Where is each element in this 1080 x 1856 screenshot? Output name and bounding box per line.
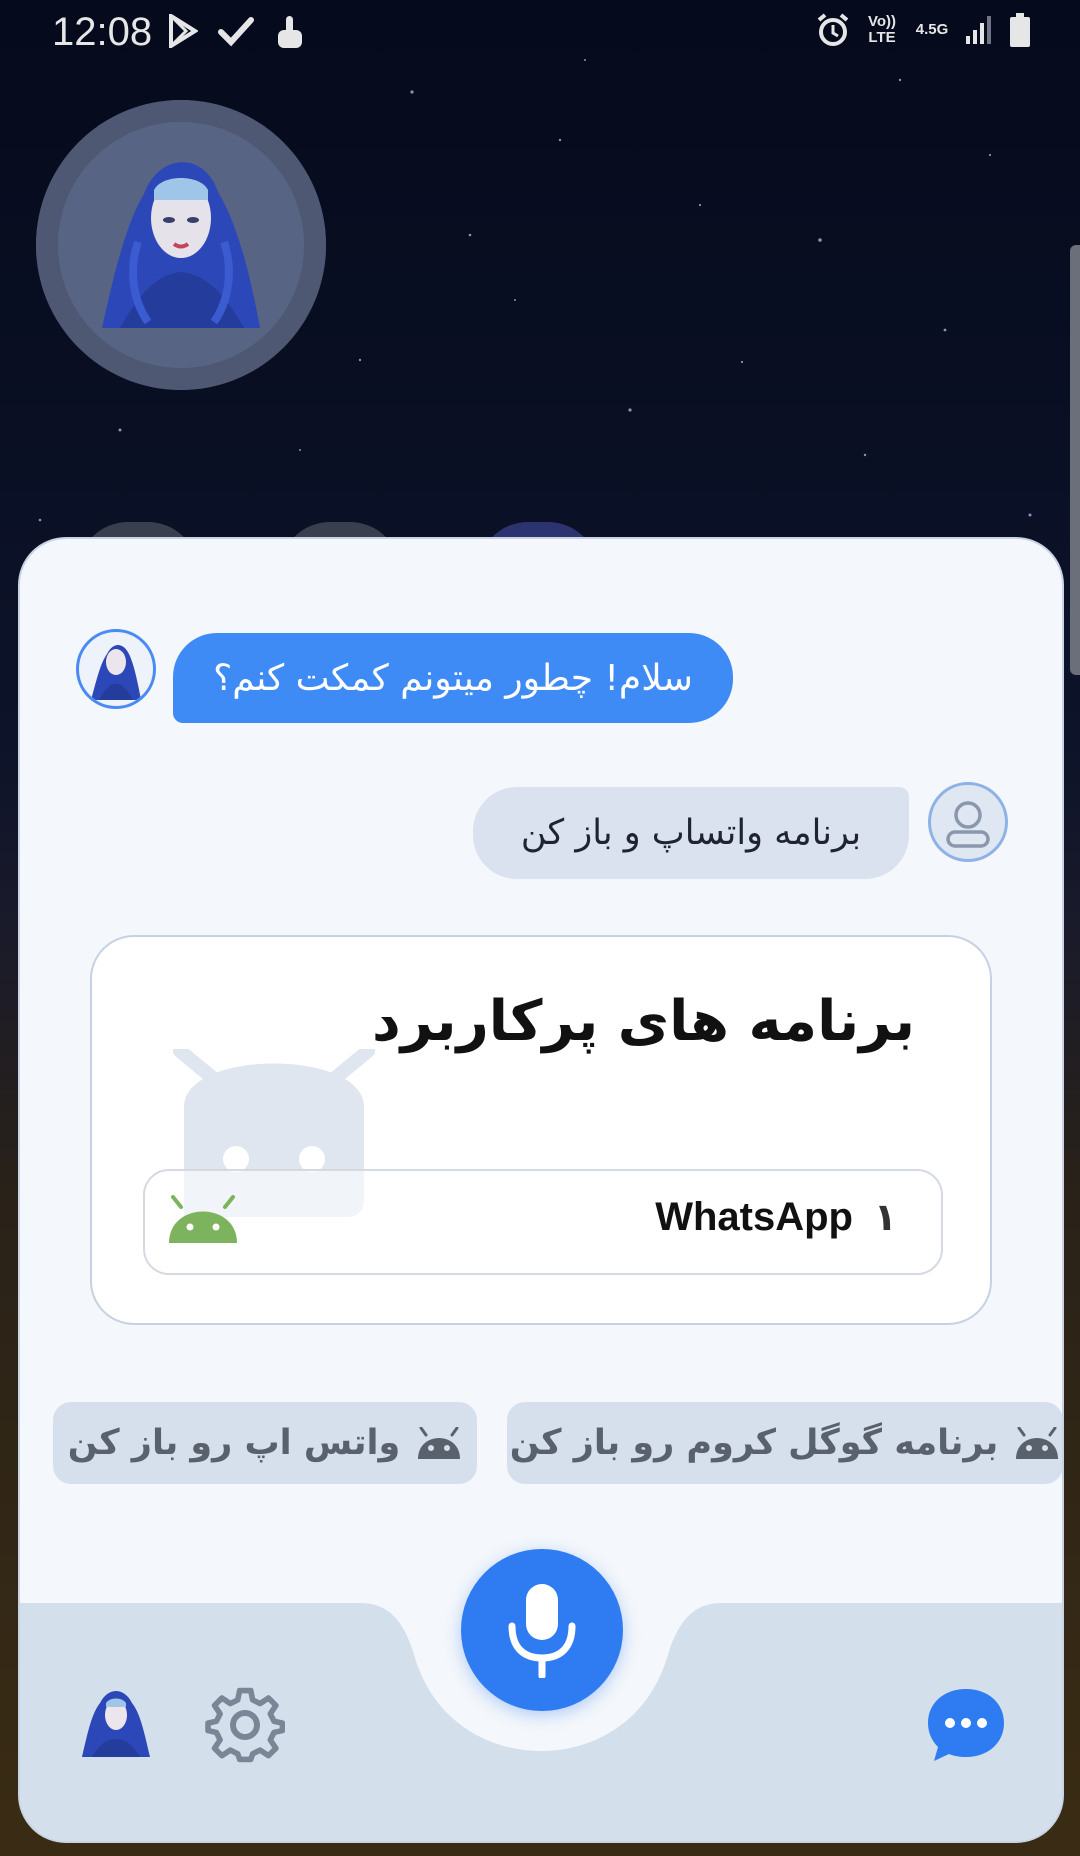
microphone-icon	[508, 1584, 576, 1678]
android-icon	[418, 1427, 461, 1459]
status-bar: 12:08 Vo)) LTE 4.5G	[0, 0, 1080, 64]
volte-indicator: Vo)) LTE	[867, 13, 897, 46]
user-avatar	[928, 782, 1008, 862]
assistant-panel: سلام! چطور میتونم کمکت کنم؟ برنامه واتسا…	[18, 537, 1064, 1843]
assistant-avatar-illustration	[91, 645, 141, 700]
check-icon	[218, 17, 254, 47]
suggestion-label: برنامه گوگل کروم رو باز کن	[509, 1423, 999, 1463]
frequent-apps-title: برنامه های پرکاربرد	[371, 989, 915, 1054]
suggestion-open-chrome[interactable]: برنامه گوگل کروم رو باز کن	[507, 1402, 1062, 1484]
battery-icon	[1010, 13, 1030, 47]
microphone-button[interactable]	[461, 1549, 623, 1711]
alarm-icon	[817, 13, 849, 46]
android-icon	[169, 1195, 237, 1243]
suggestion-label: واتس اپ رو باز کن	[67, 1423, 401, 1463]
gear-icon[interactable]	[205, 1685, 285, 1765]
signal-icon	[966, 16, 991, 44]
avatar[interactable]	[78, 1683, 154, 1759]
app-name: WhatsApp	[655, 1195, 853, 1239]
edge-panel-handle[interactable]	[1070, 245, 1080, 675]
assistant-avatar-illustration	[82, 1691, 150, 1757]
chat-bubble-icon[interactable]	[926, 1685, 1006, 1765]
touch-icon	[278, 16, 302, 48]
android-icon	[1016, 1427, 1059, 1459]
user-icon	[946, 801, 990, 848]
app-index: ۱	[873, 1195, 897, 1239]
status-time: 12:08	[52, 10, 153, 54]
app-item-whatsapp[interactable]: WhatsApp ۱	[143, 1169, 943, 1275]
floating-assistant-avatar[interactable]	[36, 100, 326, 390]
bot-avatar	[76, 629, 156, 709]
play-store-icon	[169, 14, 198, 48]
network-indicator: 4.5G	[915, 21, 949, 38]
suggestion-open-whatsapp[interactable]: واتس اپ رو باز کن	[53, 1402, 477, 1484]
user-message-bubble: برنامه واتساپ و باز کن	[473, 787, 909, 879]
assistant-avatar-illustration	[102, 162, 260, 328]
assistant-message-bubble: سلام! چطور میتونم کمکت کنم؟	[173, 633, 733, 723]
frequent-apps-card: برنامه های پرکاربرد WhatsApp ۱	[90, 935, 992, 1325]
